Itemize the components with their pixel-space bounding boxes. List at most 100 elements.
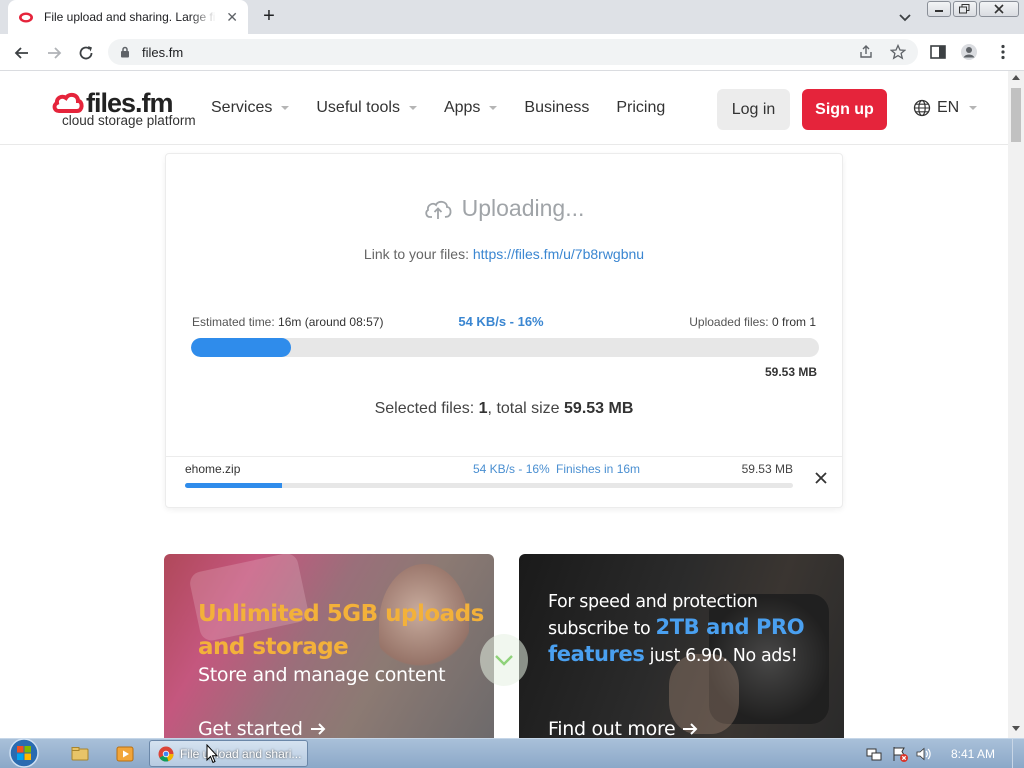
- promo-left-subtitle: Store and manage content: [198, 664, 446, 686]
- file-explorer-icon[interactable]: [70, 744, 90, 764]
- cancel-upload-close-icon[interactable]: [814, 471, 828, 485]
- profile-avatar-icon[interactable]: [960, 43, 978, 61]
- close-window-icon: [994, 4, 1004, 14]
- cloud-upload-icon: [424, 200, 452, 219]
- logo-tagline: cloud storage platform: [62, 113, 196, 128]
- new-tab-button[interactable]: +: [258, 6, 280, 28]
- selected-files-summary: Selected files: 1, total size 59.53 MB: [166, 400, 842, 418]
- nav-pricing-label: Pricing: [616, 99, 666, 116]
- files-link[interactable]: https://files.fm/u/7b8rwgbnu: [473, 246, 644, 262]
- overall-progress-fill: [191, 338, 292, 357]
- restore-icon: [959, 4, 970, 14]
- site-header: files.fm cloud storage platform Services…: [0, 71, 1008, 145]
- login-button[interactable]: Log in: [717, 89, 790, 130]
- browser-menu-icon[interactable]: [994, 43, 1012, 61]
- get-started-label: Get started: [198, 718, 303, 738]
- scrollbar-thumb[interactable]: [1011, 88, 1021, 142]
- arrow-right-icon: [683, 723, 698, 735]
- bookmark-star-icon[interactable]: [890, 44, 906, 60]
- browser-tab-active[interactable]: File upload and sharing. Large files ✕: [8, 0, 248, 34]
- chevron-down-icon: [408, 106, 417, 110]
- promo-right-line2-highlight: 2TB and PRO: [655, 615, 805, 639]
- minimize-button[interactable]: [927, 1, 951, 17]
- taskbar-clock[interactable]: 8:41 AM: [951, 747, 995, 761]
- tab-search-chevron-icon[interactable]: [896, 8, 914, 26]
- file-finishes-in: Finishes in 16m: [556, 462, 641, 476]
- find-out-more-link[interactable]: Find out more: [548, 718, 699, 738]
- browser-toolbar: files.fm: [0, 34, 1024, 71]
- nav-business-label: Business: [524, 99, 590, 116]
- show-desktop-button[interactable]: [1012, 739, 1024, 768]
- find-out-more-label: Find out more: [548, 718, 676, 738]
- close-window-button[interactable]: [979, 1, 1019, 17]
- tab-title: File upload and sharing. Large files: [44, 10, 216, 24]
- selected-mid: , total size: [487, 400, 560, 417]
- chevron-down-icon: [281, 106, 290, 110]
- upload-progress-card: Uploading... Link to your files: https:/…: [165, 153, 843, 508]
- file-name: ehome.zip: [185, 462, 241, 476]
- files-link-line: Link to your files: https://files.fm/u/7…: [166, 246, 842, 262]
- volume-speaker-icon[interactable]: [915, 746, 931, 762]
- window-controls: [927, 1, 1019, 17]
- promo-right-line3-highlight: features: [548, 642, 645, 666]
- promo-card-pro-subscription[interactable]: For speed and protection subscribe to 2T…: [519, 554, 844, 738]
- url-text: files.fm: [142, 44, 184, 60]
- media-player-icon[interactable]: [115, 744, 135, 764]
- get-started-link[interactable]: Get started: [198, 718, 327, 738]
- reload-icon[interactable]: [76, 43, 96, 63]
- selected-prefix: Selected files:: [374, 400, 475, 417]
- promo-left-heading: Unlimited 5GB uploads and storage: [198, 598, 484, 664]
- mouse-pointer-icon: [206, 744, 218, 764]
- nav-useful-tools-label: Useful tools: [316, 99, 400, 116]
- page-scrollbar[interactable]: [1008, 71, 1024, 738]
- language-selector[interactable]: EN: [913, 99, 978, 117]
- promo-right-heading: For speed and protection subscribe to 2T…: [548, 590, 808, 669]
- browser-tabstrip: File upload and sharing. Large files ✕ +: [0, 0, 1024, 34]
- scroll-up-arrow-icon[interactable]: [1012, 75, 1020, 80]
- chevron-down-icon: [489, 106, 498, 110]
- side-panel-icon[interactable]: [929, 43, 947, 61]
- nav-services[interactable]: Services: [211, 99, 290, 117]
- selected-count: 1: [478, 400, 488, 417]
- nav-useful-tools[interactable]: Useful tools: [316, 99, 417, 117]
- restore-button[interactable]: [953, 1, 977, 17]
- windows-start-orb-icon[interactable]: [6, 737, 42, 768]
- chrome-icon: [158, 746, 174, 762]
- scroll-down-arrow-icon[interactable]: [1012, 726, 1020, 731]
- promo-right-line1: For speed and protection: [548, 592, 758, 612]
- nav-business[interactable]: Business: [524, 99, 589, 117]
- files-fm-favicon: [19, 12, 33, 23]
- nav-apps[interactable]: Apps: [443, 99, 498, 117]
- windows-taskbar: File upload and shari... 8:41 AM: [0, 738, 1024, 768]
- share-icon[interactable]: [858, 44, 874, 60]
- main-navigation: Services Useful tools Apps Business Pric…: [211, 99, 692, 117]
- chevron-down-icon: [969, 106, 978, 110]
- promo-card-unlimited-uploads[interactable]: Unlimited 5GB uploads and storage Store …: [164, 554, 494, 738]
- file-size: 59.53 MB: [741, 462, 793, 476]
- network-tray-icon[interactable]: [866, 746, 882, 762]
- taskbar-chrome-window[interactable]: File upload and shari...: [149, 740, 308, 767]
- overall-progress-bar: [191, 338, 819, 357]
- tab-close-icon[interactable]: ✕: [226, 9, 238, 26]
- signup-button[interactable]: Sign up: [802, 89, 887, 130]
- uploaded-files-count: Uploaded files: 0 from 1: [689, 315, 816, 329]
- uploaded-files-label: Uploaded files:: [689, 315, 769, 329]
- files-fm-logo[interactable]: files.fm cloud storage platform: [52, 88, 196, 128]
- upload-status-text: Uploading...: [461, 195, 585, 221]
- promo-left-heading-line1: Unlimited 5GB uploads: [198, 601, 484, 627]
- upload-status-heading: Uploading...: [166, 195, 842, 222]
- globe-icon: [913, 99, 931, 117]
- nav-apps-label: Apps: [443, 99, 481, 116]
- scroll-down-hint[interactable]: [480, 634, 528, 686]
- back-arrow-icon[interactable]: [12, 43, 32, 63]
- file-progress-fill: [185, 483, 283, 488]
- address-bar[interactable]: files.fm: [108, 39, 918, 65]
- lock-icon[interactable]: [120, 46, 130, 58]
- promo-left-heading-line2: and storage: [198, 634, 349, 660]
- nav-pricing[interactable]: Pricing: [616, 99, 665, 117]
- language-label: EN: [937, 99, 960, 116]
- taskbar-task-label: File upload and shari...: [180, 746, 302, 761]
- forward-arrow-icon[interactable]: [44, 43, 64, 63]
- file-list-divider: [166, 456, 842, 457]
- action-center-warning-icon[interactable]: [892, 746, 908, 762]
